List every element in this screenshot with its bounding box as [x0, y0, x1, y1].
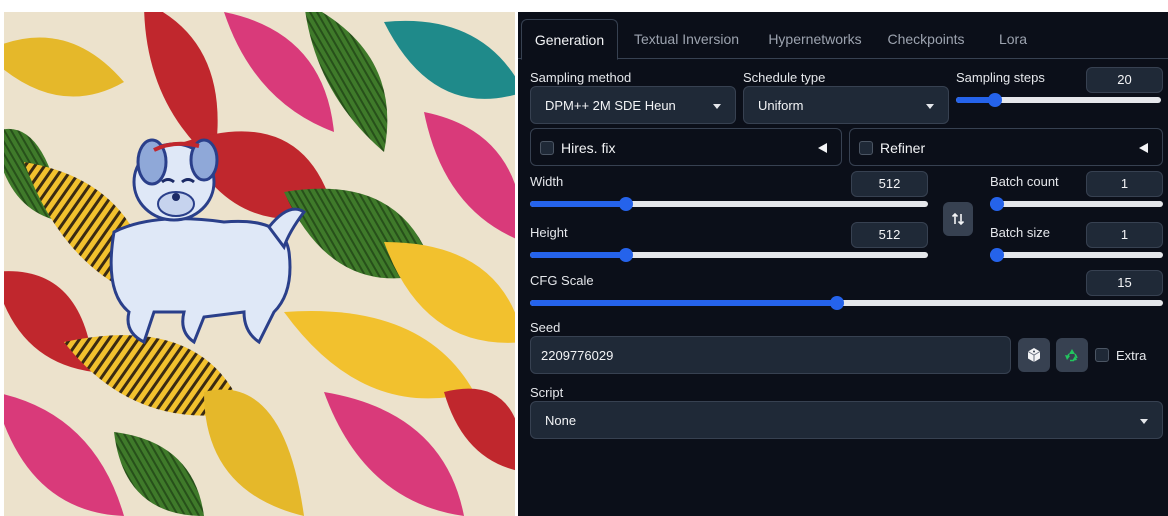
cfg-scale-slider[interactable] — [530, 293, 1163, 313]
batch-size-slider[interactable] — [990, 245, 1163, 265]
triangle-left-icon — [1139, 143, 1148, 153]
slider-track — [990, 252, 1163, 258]
seed-input[interactable]: 2209776029 — [530, 336, 1011, 374]
slider-fill — [530, 252, 626, 258]
slider-thumb[interactable] — [618, 248, 633, 262]
recycle-icon — [1065, 349, 1078, 362]
seed-label: Seed — [530, 320, 561, 335]
slider-fill — [530, 201, 626, 207]
tab-hypernetworks[interactable]: Hypernetworks — [755, 19, 875, 59]
sampling-method-label: Sampling method — [530, 70, 632, 85]
extra-label: Extra — [1116, 348, 1147, 363]
schedule-type-label: Schedule type — [743, 70, 826, 85]
random-seed-button[interactable] — [1018, 338, 1050, 372]
slider-thumb[interactable] — [990, 248, 1004, 262]
tab-textual-inversion[interactable]: Textual Inversion — [620, 19, 753, 59]
reuse-seed-button[interactable] — [1056, 338, 1088, 372]
generated-image — [4, 12, 515, 516]
sampling-steps-label: Sampling steps — [956, 70, 1045, 85]
refiner-label: Refiner — [880, 140, 926, 156]
image-preview — [4, 12, 515, 516]
slider-thumb[interactable] — [830, 296, 844, 310]
tab-bar: Generation Textual Inversion Hypernetwor… — [518, 19, 1168, 60]
batch-size-label: Batch size — [990, 225, 1050, 240]
script-value: None — [545, 413, 577, 428]
height-slider[interactable] — [530, 245, 928, 265]
seed-value: 2209776029 — [541, 348, 614, 363]
height-label: Height — [530, 225, 568, 240]
tab-generation[interactable]: Generation — [521, 19, 618, 60]
schedule-type-value: Uniform — [758, 98, 804, 113]
schedule-type-dropdown[interactable]: Uniform — [743, 86, 949, 124]
tab-lora[interactable]: Lora — [988, 19, 1038, 59]
width-label: Width — [530, 174, 564, 189]
cfg-scale-label: CFG Scale — [530, 273, 594, 288]
triangle-left-icon — [818, 143, 827, 153]
script-label: Script — [530, 385, 564, 400]
refiner-checkbox[interactable] — [859, 141, 873, 155]
slider-fill — [530, 300, 837, 306]
dice-icon — [1027, 348, 1041, 362]
tab-checkpoints[interactable]: Checkpoints — [878, 19, 974, 59]
sampling-method-dropdown[interactable]: DPM++ 2M SDE Heun — [530, 86, 736, 124]
generation-panel: Generation Textual Inversion Hypernetwor… — [518, 12, 1168, 516]
batch-count-slider[interactable] — [990, 194, 1163, 214]
hires-fix-accordion[interactable]: Hires. fix — [530, 128, 842, 166]
script-dropdown[interactable]: None — [530, 401, 1163, 439]
sampling-method-value: DPM++ 2M SDE Heun — [545, 98, 676, 113]
extra-checkbox[interactable] — [1095, 348, 1109, 362]
width-slider[interactable] — [530, 194, 928, 214]
slider-thumb[interactable] — [618, 197, 633, 211]
hires-fix-checkbox[interactable] — [540, 141, 554, 155]
batch-count-label: Batch count — [990, 174, 1059, 189]
hires-fix-label: Hires. fix — [561, 140, 616, 156]
caret-down-icon — [926, 104, 934, 109]
slider-thumb[interactable] — [987, 93, 1002, 107]
sampling-steps-slider[interactable] — [956, 90, 1161, 110]
swap-dimensions-button[interactable] — [943, 202, 973, 236]
swap-icon — [951, 212, 965, 226]
caret-down-icon — [1140, 419, 1148, 424]
caret-down-icon — [713, 104, 721, 109]
slider-thumb[interactable] — [990, 197, 1004, 211]
refiner-accordion[interactable]: Refiner — [849, 128, 1163, 166]
slider-track — [990, 201, 1163, 207]
